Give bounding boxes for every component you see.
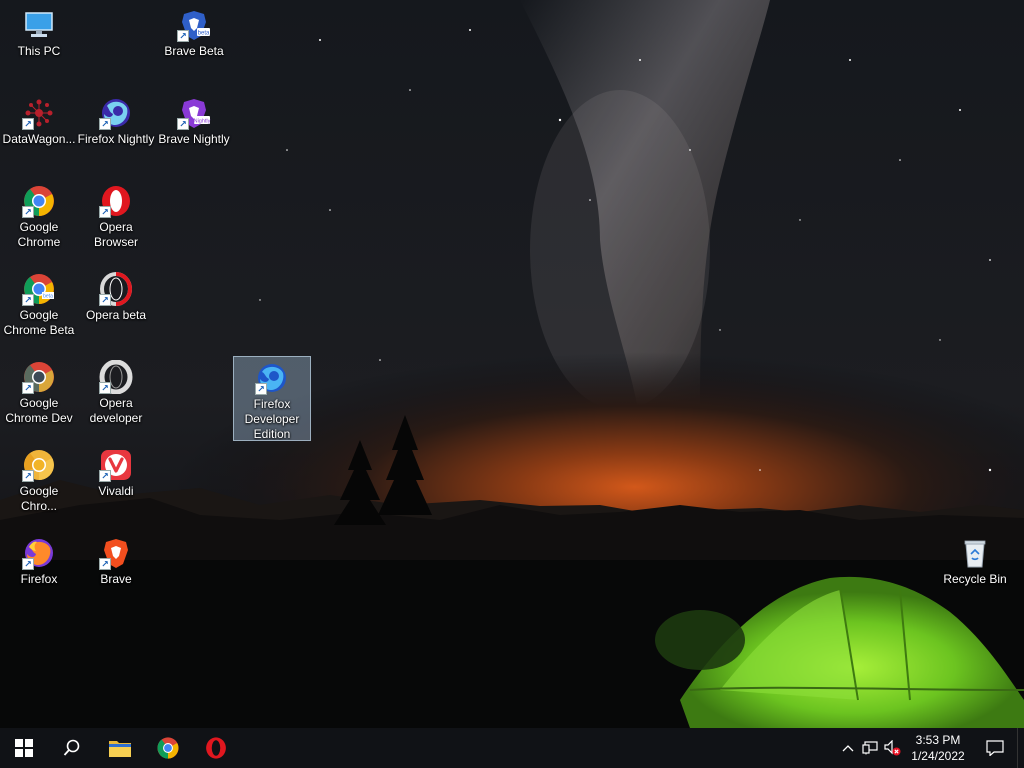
- shortcut-arrow-icon: ↗: [99, 118, 111, 130]
- chrome-canary-icon: ↗: [22, 448, 56, 482]
- chrome-dev-icon: ↗: [22, 360, 56, 394]
- chevron-up-icon: [842, 745, 854, 752]
- recycle-bin-icon: [958, 536, 992, 570]
- notification-icon: [986, 740, 1004, 756]
- google-chrome-icon: ↗: [22, 184, 56, 218]
- brave-icon: ↗: [99, 536, 133, 570]
- taskbar-opera[interactable]: [192, 728, 240, 768]
- desktop-icon-label: Brave Nightly: [158, 132, 230, 146]
- opera-developer-icon: ↗: [99, 360, 133, 394]
- desktop-icon-google-chrome-canary[interactable]: ↗ Google Chro...: [1, 444, 77, 514]
- desktop-icon-label: Brave: [100, 572, 132, 586]
- desktop-icon-label: Firefox Nightly: [77, 132, 155, 146]
- shortcut-arrow-icon: ↗: [22, 206, 34, 218]
- opera-icon: [206, 737, 226, 759]
- show-desktop-button[interactable]: [1017, 728, 1024, 768]
- desktop-icon-label: Vivaldi: [98, 484, 134, 498]
- desktop-icon-brave-nightly[interactable]: Nightly ↗ Brave Nightly: [156, 92, 232, 147]
- google-chrome-icon: [157, 737, 179, 759]
- desktop-icon-firefox[interactable]: ↗ Firefox: [1, 532, 77, 587]
- desktop-icon-google-chrome[interactable]: ↗ Google Chrome: [1, 180, 77, 250]
- shortcut-arrow-icon: ↗: [99, 206, 111, 218]
- brave-beta-icon: beta ↗: [177, 8, 211, 42]
- opera-beta-icon: ↗: [99, 272, 133, 306]
- file-explorer-icon: [109, 741, 131, 757]
- start-icon: [15, 739, 33, 757]
- desktop-icon-label: DataWagon...: [2, 132, 76, 146]
- network-button[interactable]: [859, 728, 881, 768]
- firefox-nightly-icon: ↗: [99, 96, 133, 130]
- chrome-beta-icon: beta ↗: [22, 272, 56, 306]
- svg-text:beta: beta: [43, 294, 53, 300]
- show-hidden-icons-button[interactable]: [837, 728, 859, 768]
- shortcut-arrow-icon: ↗: [22, 294, 34, 306]
- clock-date: 1/24/2022: [911, 749, 965, 763]
- desktop-icon-label: Brave Beta: [164, 44, 224, 58]
- desktop-icon-label: Recycle Bin: [943, 572, 1007, 586]
- desktop-icon-label: Opera developer: [89, 396, 143, 425]
- shortcut-arrow-icon: ↗: [255, 383, 267, 395]
- svg-text:Nightly: Nightly: [194, 119, 211, 125]
- desktop-icon-brave-beta[interactable]: beta ↗ Brave Beta: [156, 4, 232, 59]
- shortcut-arrow-icon: ↗: [99, 470, 111, 482]
- shortcut-arrow-icon: ↗: [99, 558, 111, 570]
- vivaldi-icon: ↗: [99, 448, 133, 482]
- system-tray: 3:53 PM 1/24/2022: [837, 728, 1024, 768]
- desktop-icon-firefox-nightly[interactable]: ↗ Firefox Nightly: [78, 92, 154, 147]
- search-icon: [63, 739, 80, 756]
- desktop-icon-label: Firefox Developer Edition: [244, 397, 300, 441]
- firefox-developer-icon: ↗: [255, 361, 289, 395]
- desktop-icon-opera-developer[interactable]: ↗ Opera developer: [78, 356, 154, 426]
- desktop-icon-this-pc[interactable]: This PC: [1, 4, 77, 59]
- desktop-icon-datawagon[interactable]: ↗ DataWagon...: [1, 92, 77, 147]
- taskbar-clock[interactable]: 3:53 PM 1/24/2022: [903, 728, 973, 768]
- desktop-icon-google-chrome-dev[interactable]: ↗ Google Chrome Dev: [1, 356, 77, 426]
- brave-nightly-icon: Nightly ↗: [177, 96, 211, 130]
- shortcut-arrow-icon: ↗: [22, 382, 34, 394]
- desktop-icon-label: This PC: [17, 44, 61, 58]
- clock-time: 3:53 PM: [915, 733, 961, 747]
- action-center-button[interactable]: [973, 728, 1017, 768]
- svg-text:beta: beta: [198, 31, 210, 37]
- desktop-icon-firefox-developer-edition[interactable]: ↗ Firefox Developer Edition: [233, 356, 311, 441]
- search-button[interactable]: [48, 728, 96, 768]
- desktop-icon-recycle-bin[interactable]: Recycle Bin: [937, 532, 1013, 587]
- taskbar-google-chrome[interactable]: [144, 728, 192, 768]
- shortcut-arrow-icon: ↗: [177, 118, 189, 130]
- start-button[interactable]: [0, 728, 48, 768]
- shortcut-arrow-icon: ↗: [22, 558, 34, 570]
- desktop-icon-label: Google Chrome Dev: [5, 396, 73, 425]
- desktop-icon-label: Google Chrome Beta: [3, 308, 75, 337]
- shortcut-arrow-icon: ↗: [22, 118, 34, 130]
- opera-icon: ↗: [99, 184, 133, 218]
- firefox-icon: ↗: [22, 536, 56, 570]
- taskbar: 3:53 PM 1/24/2022: [0, 728, 1024, 768]
- datawagon-icon: ↗: [22, 96, 56, 130]
- volume-muted-icon: [884, 740, 901, 756]
- shortcut-arrow-icon: ↗: [99, 294, 111, 306]
- desktop-icon-label: Google Chro...: [19, 484, 59, 513]
- this-pc-icon: [22, 8, 56, 42]
- desktop-icon-label: Opera beta: [85, 308, 147, 322]
- taskbar-file-explorer[interactable]: [96, 728, 144, 768]
- shortcut-arrow-icon: ↗: [177, 30, 189, 42]
- shortcut-arrow-icon: ↗: [22, 470, 34, 482]
- desktop-icon-label: Google Chrome: [17, 220, 61, 249]
- network-icon: [862, 741, 878, 755]
- desktop-icon-opera-beta[interactable]: ↗ Opera beta: [78, 268, 154, 323]
- desktop-icon-google-chrome-beta[interactable]: beta ↗ Google Chrome Beta: [1, 268, 77, 338]
- desktop-icon-vivaldi[interactable]: ↗ Vivaldi: [78, 444, 154, 499]
- desktop-icon-label: Opera Browser: [93, 220, 138, 249]
- desktop-icon-opera-browser[interactable]: ↗ Opera Browser: [78, 180, 154, 250]
- volume-button[interactable]: [881, 728, 903, 768]
- desktop-icon-brave[interactable]: ↗ Brave: [78, 532, 154, 587]
- desktop-icon-label: Firefox: [20, 572, 58, 586]
- shortcut-arrow-icon: ↗: [99, 382, 111, 394]
